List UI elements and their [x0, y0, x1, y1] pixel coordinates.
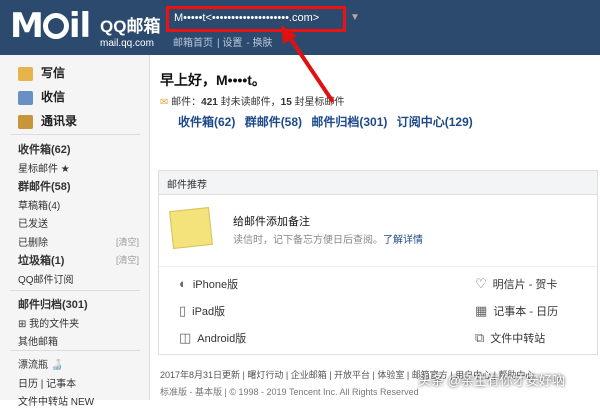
app-iphone[interactable]: ◐ iPhone版 [179, 276, 238, 292]
heart-icon: ♡ [475, 276, 487, 291]
transfer-icon: ⧉ [475, 330, 485, 345]
app-label: 文件中转站 [490, 333, 546, 345]
app-transfer[interactable]: ⧉ 文件中转站 [475, 330, 545, 346]
note-desc-text: 读信时，记下备忘方便日后查阅。 [233, 235, 383, 246]
footer-copyright: 标准版 - 基本版 | © 1998 - 2019 Tencent Inc. A… [160, 387, 419, 397]
calendar-icon: ▦ [475, 303, 488, 318]
learn-more-link[interactable]: 了解详情 [383, 235, 423, 246]
ipad-icon: ▯ [179, 303, 187, 318]
app-label: 记事本 - 日历 [493, 306, 559, 318]
apple-icon: ◐ [179, 276, 187, 291]
app-notes[interactable]: ▦ 记事本 - 日历 [475, 303, 558, 319]
divider [159, 266, 597, 267]
android-icon: ◫ [179, 330, 192, 345]
note-desc: 读信时，记下备忘方便日后查阅。了解详情 [233, 231, 423, 246]
app-label: iPad版 [192, 306, 226, 318]
recommend-card: 邮件推荐 给邮件添加备注 读信时，记下备忘方便日后查阅。了解详情 ◐ iPhone… [158, 170, 598, 355]
app-label: 明信片 - 贺卡 [492, 279, 558, 291]
app-android[interactable]: ◫ Android版 [179, 330, 246, 346]
note-title[interactable]: 给邮件添加备注 [233, 213, 310, 229]
card-title: 邮件推荐 [159, 171, 597, 195]
sticky-note-icon [169, 207, 213, 249]
app-ipad[interactable]: ▯ iPad版 [179, 303, 225, 319]
watermark: 头条 @亲生有你才安好吶 [418, 373, 565, 388]
app-label: Android版 [197, 333, 247, 345]
app-label: iPhone版 [192, 279, 239, 291]
app-postcard[interactable]: ♡ 明信片 - 贺卡 [475, 276, 557, 292]
